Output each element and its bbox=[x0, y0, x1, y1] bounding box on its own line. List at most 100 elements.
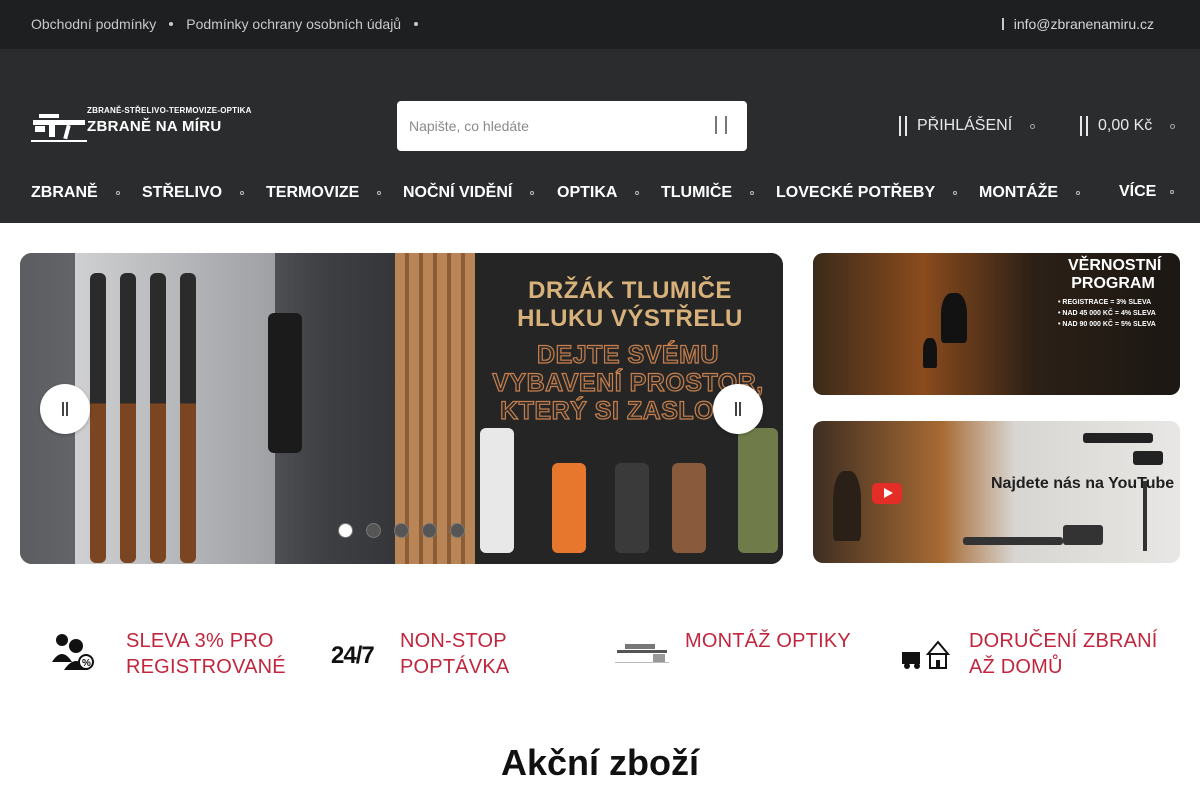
loyalty-line: • REGISTRACE = 3% SLEVA bbox=[1058, 299, 1152, 306]
section-title: Akční zboží bbox=[500, 742, 700, 783]
rifle-image bbox=[963, 537, 1063, 545]
nav-item-strelivo[interactable]: STŘELIVO bbox=[142, 184, 245, 202]
slide-dot[interactable] bbox=[394, 523, 409, 538]
feature-text: DORUČENÍ ZBRANÍ AŽ DOMŮ bbox=[969, 630, 1158, 678]
svg-text:%: % bbox=[82, 658, 91, 669]
header: ZBRANĚ-STŘELIVO-TERMOVIZE-OPTIKA ZBRANĚ … bbox=[0, 49, 1200, 223]
loyalty-banner[interactable]: VĚRNOSTNÍ PROGRAM • REGISTRACE = 3% SLEV… bbox=[813, 253, 1180, 395]
loyalty-lines: • REGISTRACE = 3% SLEVA • NAD 45 000 KČ … bbox=[1058, 297, 1156, 330]
nav-item-optika[interactable]: OPTIKA bbox=[557, 184, 640, 202]
youtube-play-icon bbox=[872, 483, 902, 504]
pistol-image bbox=[1063, 525, 1103, 545]
feature-nonstop[interactable]: 24/7 NON-STOP POPTÁVKA bbox=[330, 628, 540, 680]
feature-registration-discount[interactable]: % SLEVA 3% PRO REGISTROVANÉ bbox=[52, 628, 296, 680]
nav-label: LOVECKÉ POTŘEBY bbox=[776, 184, 936, 201]
holder-image bbox=[615, 463, 649, 553]
nav-item-montaze[interactable]: MONTÁŽE bbox=[979, 184, 1081, 202]
nav-item-nocni-videni[interactable]: NOČNÍ VIDĚNÍ bbox=[403, 184, 535, 202]
feature-text: MONTÁŽ OPTIKY bbox=[685, 630, 851, 652]
hunter-silhouette bbox=[923, 338, 937, 368]
separator-dot bbox=[414, 22, 419, 26]
chevron-down-icon bbox=[1170, 190, 1175, 194]
chevron-down-icon bbox=[377, 191, 382, 195]
user-icon bbox=[899, 116, 907, 136]
chevron-down-icon bbox=[530, 191, 535, 195]
hero-title: DRŽÁK TLUMIČE HLUKU VÝSTŘELU bbox=[517, 277, 743, 332]
nav-item-lovecke-potreby[interactable]: LOVECKÉ POTŘEBY bbox=[776, 184, 958, 202]
logo-name: ZBRANĚ NA MÍRU bbox=[87, 118, 222, 135]
nav-label: NOČNÍ VIDĚNÍ bbox=[403, 184, 513, 201]
chevron-down-icon bbox=[1076, 191, 1081, 195]
nav-label: ZBRANĚ bbox=[31, 184, 98, 201]
rifle-image bbox=[90, 273, 106, 563]
search-icon[interactable] bbox=[715, 116, 727, 134]
rifle-image bbox=[150, 273, 166, 563]
nav-item-vice[interactable]: VÍCE bbox=[1119, 183, 1175, 201]
prev-slide-button[interactable] bbox=[40, 384, 90, 434]
nav-item-zbrane[interactable]: ZBRANĚ bbox=[31, 184, 120, 202]
email-contact[interactable]: info@zbranenamiru.cz bbox=[1001, 16, 1154, 32]
chevron-down-icon bbox=[635, 191, 640, 195]
nav-label: OPTIKA bbox=[557, 184, 618, 201]
chevron-down-icon bbox=[1170, 123, 1176, 129]
cart-total: 0,00 Kč bbox=[1098, 117, 1153, 134]
scope-image bbox=[1083, 433, 1153, 443]
privacy-link[interactable]: Podmínky ochrany osobních údajů bbox=[186, 16, 401, 32]
suppressor-image bbox=[268, 313, 302, 453]
youtube-banner[interactable]: Najdete nás na YouTube bbox=[813, 421, 1180, 563]
slide-dot[interactable] bbox=[422, 523, 437, 538]
user-discount-icon: % bbox=[52, 632, 110, 674]
chevron-down-icon bbox=[1030, 123, 1036, 129]
chevron-down-icon bbox=[750, 191, 755, 195]
search-input[interactable] bbox=[409, 115, 689, 137]
nav-label: TLUMIČE bbox=[661, 184, 733, 201]
chevron-left-icon bbox=[62, 402, 68, 416]
login-label: PŘIHLÁŠENÍ bbox=[917, 117, 1013, 134]
chevron-down-icon bbox=[115, 191, 120, 195]
top-links: Obchodní podmínky Podmínky ochrany osobn… bbox=[31, 16, 431, 32]
top-bar: Obchodní podmínky Podmínky ochrany osobn… bbox=[0, 0, 1200, 49]
slide-dot[interactable] bbox=[338, 523, 353, 538]
hunter-silhouette bbox=[833, 471, 861, 541]
thermal-image bbox=[1133, 451, 1163, 465]
chevron-down-icon bbox=[240, 191, 245, 195]
search-box bbox=[397, 101, 747, 151]
feature-text: NON-STOP POPTÁVKA bbox=[400, 630, 510, 678]
loyalty-line: • NAD 90 000 KČ = 5% SLEVA bbox=[1058, 321, 1156, 328]
login-button[interactable]: PŘIHLÁŠENÍ bbox=[899, 116, 1036, 136]
nav-label: TERMOVIZE bbox=[266, 184, 360, 201]
rifle-logo-icon bbox=[31, 114, 87, 142]
nav-item-termovize[interactable]: TERMOVIZE bbox=[266, 184, 382, 202]
nav-label: STŘELIVO bbox=[142, 184, 223, 201]
loyalty-title: VĚRNOSTNÍ PROGRAM bbox=[1068, 257, 1162, 292]
next-slide-button[interactable] bbox=[713, 384, 763, 434]
rifle-image bbox=[180, 273, 196, 563]
icon-label: 24/7 bbox=[331, 642, 375, 669]
wood-panel bbox=[395, 253, 485, 564]
holder-image bbox=[480, 428, 514, 553]
chevron-down-icon bbox=[953, 191, 958, 195]
holder-image bbox=[738, 428, 778, 553]
chevron-right-icon bbox=[735, 402, 741, 416]
feature-home-delivery[interactable]: DORUČENÍ ZBRANÍ AŽ DOMŮ bbox=[898, 628, 1169, 680]
feature-text: SLEVA 3% PRO REGISTROVANÉ bbox=[126, 630, 286, 678]
email-text[interactable]: info@zbranenamiru.cz bbox=[1014, 16, 1154, 32]
logo-tagline: ZBRANĚ-STŘELIVO-TERMOVIZE-OPTIKA bbox=[87, 106, 252, 115]
nav-label: VÍCE bbox=[1119, 183, 1157, 200]
slide-dot[interactable] bbox=[450, 523, 465, 538]
24-7-icon: 24/7 bbox=[330, 632, 388, 674]
slide-dot[interactable] bbox=[366, 523, 381, 538]
main-nav: ZBRANĚ STŘELIVO TERMOVIZE NOČNÍ VIDĚNÍ O… bbox=[0, 183, 1200, 223]
feature-scope-mounting[interactable]: MONTÁŽ OPTIKY bbox=[613, 628, 885, 674]
cart-button[interactable]: 0,00 Kč bbox=[1080, 116, 1176, 136]
nav-label: MONTÁŽE bbox=[979, 184, 1059, 201]
terms-link[interactable]: Obchodní podmínky bbox=[31, 16, 156, 32]
logo[interactable]: ZBRANĚ-STŘELIVO-TERMOVIZE-OPTIKA ZBRANĚ … bbox=[31, 102, 256, 150]
rifle-image bbox=[120, 273, 136, 563]
slider-dots bbox=[338, 523, 465, 538]
nav-item-tlumice[interactable]: TLUMIČE bbox=[661, 184, 755, 202]
rifle-scope-icon bbox=[613, 632, 671, 674]
hero-slider[interactable]: DRŽÁK TLUMIČE HLUKU VÝSTŘELU DEJTE SVÉMU… bbox=[20, 253, 783, 564]
separator-dot bbox=[169, 22, 174, 26]
holder-image bbox=[552, 463, 586, 553]
